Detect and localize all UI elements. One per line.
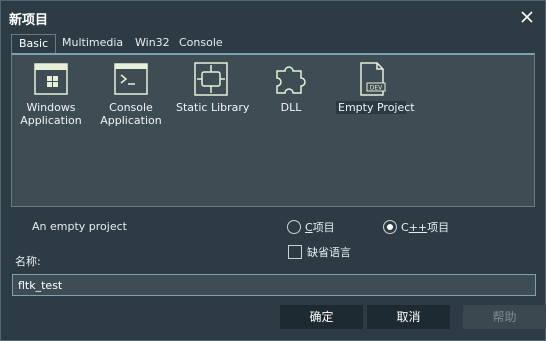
- radio-cpp-project[interactable]: C ++ 项目: [383, 218, 449, 236]
- radio-indicator: [287, 220, 301, 234]
- window-app-icon: [34, 63, 68, 95]
- template-label-line2: Application: [20, 114, 82, 127]
- empty-project-icon: DEV: [360, 62, 386, 96]
- template-empty-project[interactable]: DEV Empty Project: [336, 61, 415, 114]
- default-language-checkbox[interactable]: 缺省语言: [288, 243, 351, 261]
- template-static-library[interactable]: Static Library: [176, 61, 250, 114]
- template-label: Static Library: [176, 101, 250, 114]
- close-icon: [521, 11, 533, 23]
- template-console-application[interactable]: Console Application: [96, 61, 166, 127]
- radio-indicator-selected: [383, 220, 397, 234]
- tab-console[interactable]: Console: [172, 34, 230, 54]
- puzzle-icon: [276, 66, 306, 94]
- radio-c-project[interactable]: C 项目: [287, 218, 335, 236]
- static-library-icon: [194, 62, 228, 96]
- title-bar: 新项目: [1, 1, 545, 33]
- template-label-line1: Windows: [26, 101, 76, 114]
- template-label: DLL: [280, 101, 302, 114]
- template-label-line1: Console: [109, 101, 153, 114]
- checkbox-indicator: [288, 245, 302, 259]
- cancel-button[interactable]: 取消: [367, 305, 450, 329]
- dev-badge: DEV: [370, 85, 383, 92]
- radio-cpp-label: 项目: [427, 221, 450, 234]
- template-label: Empty Project: [336, 101, 415, 114]
- default-language-label: 缺省语言: [307, 246, 351, 259]
- ok-button[interactable]: 确定: [280, 305, 363, 329]
- template-windows-application[interactable]: Windows Application: [16, 61, 86, 127]
- name-label: 名称:: [15, 255, 41, 268]
- new-project-dialog: 新项目 Basic Multimedia Win32 Console Windo…: [0, 0, 546, 341]
- template-list: Windows Application Console Application: [11, 53, 535, 207]
- project-name-input[interactable]: [12, 274, 536, 296]
- tab-basic[interactable]: Basic: [11, 34, 57, 54]
- template-dll[interactable]: DLL: [256, 61, 326, 114]
- radio-cpp-key: C: [401, 220, 409, 234]
- window-title: 新项目: [9, 13, 49, 28]
- template-description: An empty project: [32, 220, 127, 233]
- help-button[interactable]: 帮助: [463, 305, 546, 329]
- radio-c-key: C: [305, 220, 313, 234]
- radio-c-label: 项目: [312, 221, 335, 234]
- console-icon: [114, 63, 148, 95]
- radio-cpp-plus: ++: [408, 220, 428, 234]
- template-label-line2: Application: [100, 114, 162, 127]
- close-button[interactable]: [515, 5, 539, 29]
- tab-win32[interactable]: Win32: [128, 34, 177, 54]
- tab-multimedia[interactable]: Multimedia: [55, 34, 130, 54]
